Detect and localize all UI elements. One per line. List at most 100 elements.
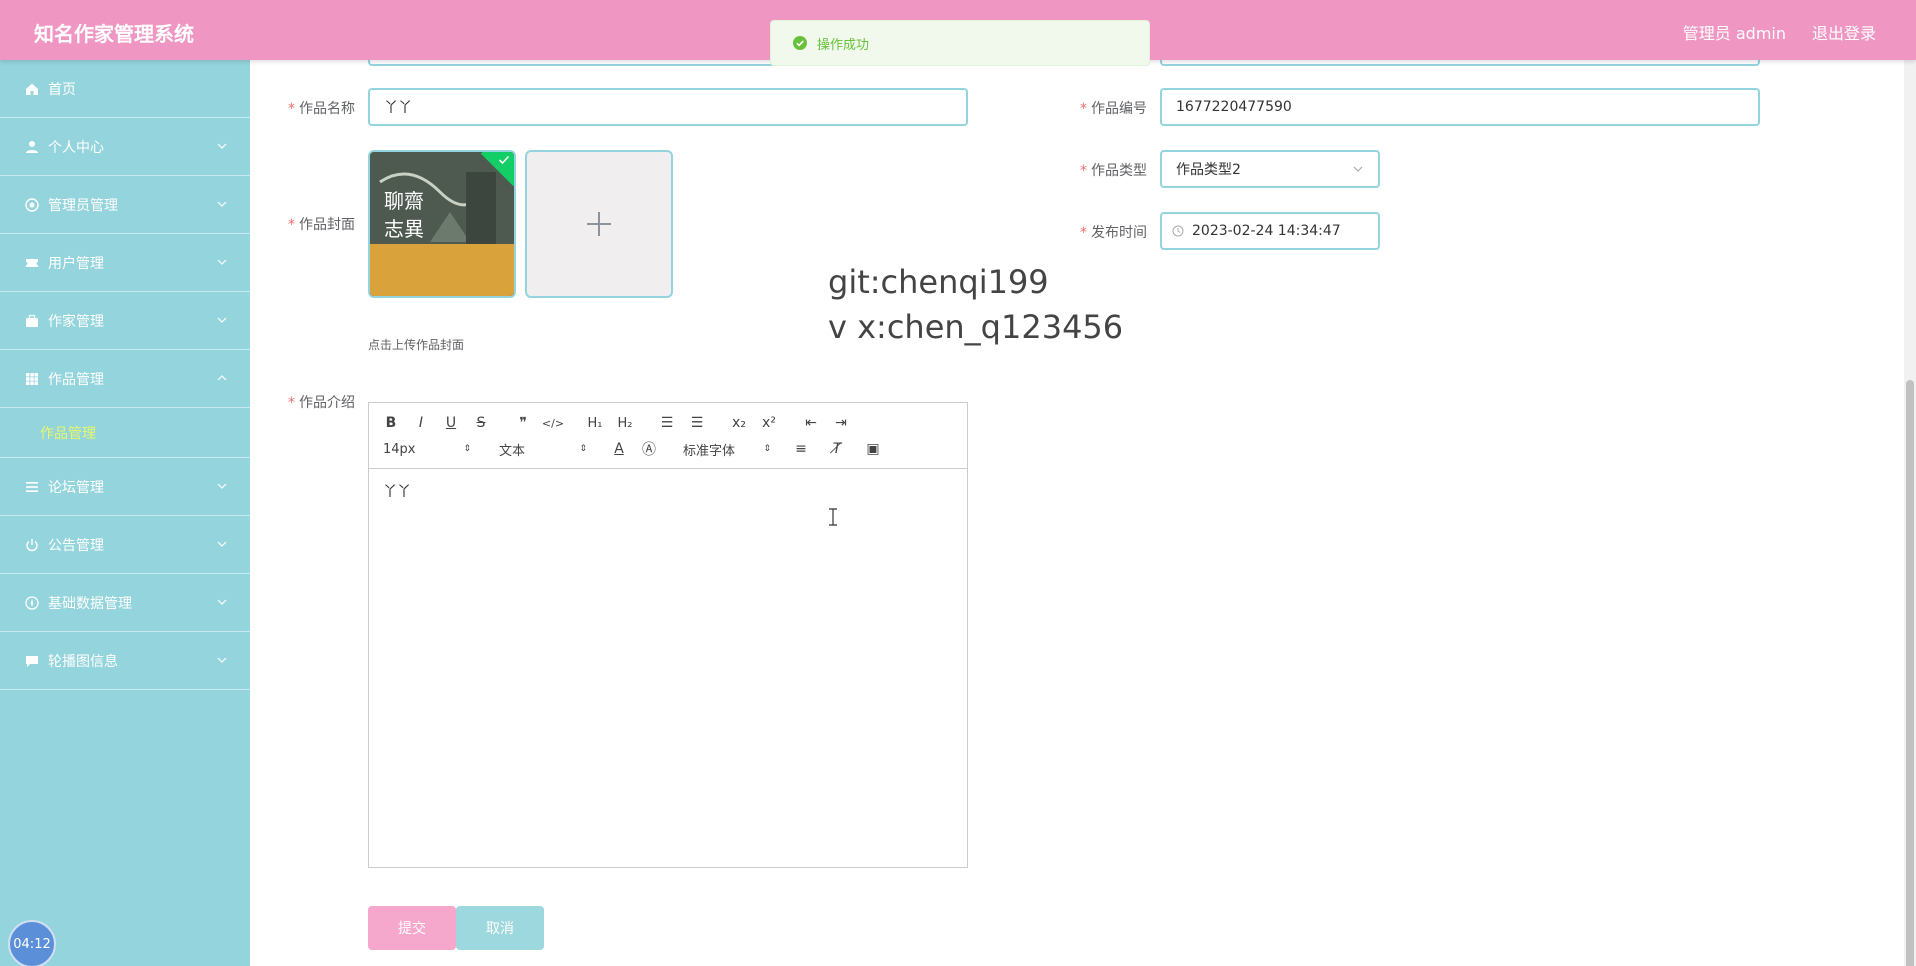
publish-time-picker[interactable]: 2023-02-24 14:34:47 xyxy=(1160,212,1380,250)
font-color-icon[interactable]: A xyxy=(607,437,631,461)
ticket-icon xyxy=(24,255,40,271)
sidebar-item-label: 个人中心 xyxy=(48,139,104,156)
watermark-line-2: v x:chen_q123456 xyxy=(828,308,1124,346)
briefcase-icon xyxy=(24,313,40,329)
heading2-icon[interactable]: H₂ xyxy=(613,411,637,435)
scrollbar-thumb[interactable] xyxy=(1906,380,1914,966)
strikethrough-icon[interactable]: S xyxy=(469,411,493,435)
sidebar-item-works[interactable]: 作品管理 xyxy=(0,350,250,408)
svg-text:志異: 志異 xyxy=(384,217,424,241)
chevron-down-icon xyxy=(217,599,227,605)
time-label: * 发布时间 xyxy=(1080,225,1147,241)
image-icon[interactable]: ▣ xyxy=(861,437,885,461)
sidebar-item-users[interactable]: 用户管理 xyxy=(0,234,250,292)
rich-text-editor[interactable]: B I U S ❞ </> H₁ H₂ ☰ ☰ x₂ x² ⇤ ⇥ 14px ⇕ … xyxy=(368,402,968,868)
main-content: * 作品名称 丫丫 * 作品编号 1677220477590 * 作品封面 聊齋 志異… xyxy=(250,60,1904,966)
app-title: 知名作家管理系统 xyxy=(34,22,194,46)
user-icon xyxy=(24,139,40,155)
sidebar-item-label: 公告管理 xyxy=(48,537,104,554)
plus-icon xyxy=(587,212,611,236)
chevron-down-icon xyxy=(217,201,227,207)
sidebar: 首页 个人中心 管理员管理 用户管理 作家管理 作品管理 作品管理 论坛管理 公… xyxy=(0,60,250,966)
admin-label: 管理员 admin xyxy=(1682,24,1786,43)
add-cover-button[interactable] xyxy=(525,150,673,298)
chevron-down-icon xyxy=(217,541,227,547)
power-icon xyxy=(24,537,40,553)
sidebar-item-label: 论坛管理 xyxy=(48,479,104,496)
admin-icon xyxy=(24,197,40,213)
cover-label: * 作品封面 xyxy=(288,217,355,233)
sidebar-item-label: 作品管理 xyxy=(48,371,104,388)
sidebar-item-label: 轮播图信息 xyxy=(48,653,118,670)
clipped-input-right xyxy=(1160,60,1760,66)
indent-icon[interactable]: ⇥ xyxy=(829,411,853,435)
cover-thumbnail[interactable]: 聊齋 志異 xyxy=(368,150,516,298)
sidebar-item-home[interactable]: 首页 xyxy=(0,60,250,118)
background-color-icon[interactable]: Ⓐ xyxy=(637,437,661,461)
subscript-icon[interactable]: x₂ xyxy=(727,411,751,435)
chevron-down-icon xyxy=(217,143,227,149)
code-icon[interactable]: </> xyxy=(541,411,565,435)
text-cursor-icon xyxy=(829,508,837,526)
submit-button[interactable]: 提交 xyxy=(368,906,456,950)
sidebar-item-writers[interactable]: 作家管理 xyxy=(0,292,250,350)
intro-label: * 作品介绍 xyxy=(288,395,355,411)
editor-content[interactable]: 丫丫 xyxy=(369,469,967,867)
name-input[interactable]: 丫丫 xyxy=(368,88,968,126)
watermark-line-1: git:chenqi199 xyxy=(828,263,1049,301)
sidebar-item-label: 首页 xyxy=(48,81,76,98)
chevron-down-icon xyxy=(217,259,227,265)
cancel-button[interactable]: 取消 xyxy=(456,906,544,950)
sidebar-item-label: 基础数据管理 xyxy=(48,595,132,612)
font-family-select[interactable]: 标准字体 ⇕ xyxy=(679,440,775,459)
compass-icon xyxy=(24,595,40,611)
logout-link[interactable]: 退出登录 xyxy=(1812,20,1876,44)
chevron-up-icon xyxy=(217,375,227,381)
editor-toolbar: B I U S ❞ </> H₁ H₂ ☰ ☰ x₂ x² ⇤ ⇥ 14px ⇕ … xyxy=(369,403,967,469)
sidebar-item-label: 管理员管理 xyxy=(48,197,118,214)
timer-badge: 04:12 xyxy=(8,920,56,966)
sidebar-subitem-works[interactable]: 作品管理 xyxy=(0,408,250,458)
block-format-select[interactable]: 文本 ⇕ xyxy=(495,440,591,459)
cover-upload-hint: 点击上传作品封面 xyxy=(368,338,465,352)
chevron-down-icon xyxy=(217,483,227,489)
name-label: * 作品名称 xyxy=(288,101,355,117)
outdent-icon[interactable]: ⇤ xyxy=(799,411,823,435)
sidebar-item-notices[interactable]: 公告管理 xyxy=(0,516,250,574)
success-check-icon xyxy=(793,36,807,50)
clock-icon xyxy=(1172,225,1184,237)
sidebar-item-basic-data[interactable]: 基础数据管理 xyxy=(0,574,250,632)
grid-icon xyxy=(24,371,40,387)
number-input[interactable]: 1677220477590 xyxy=(1160,88,1760,126)
chevron-down-icon xyxy=(217,317,227,323)
number-label: * 作品编号 xyxy=(1080,101,1147,117)
chevron-down-icon xyxy=(1353,166,1363,172)
blockquote-icon[interactable]: ❞ xyxy=(511,411,535,435)
check-icon xyxy=(498,155,510,165)
superscript-icon[interactable]: x² xyxy=(757,411,781,435)
type-label: * 作品类型 xyxy=(1080,163,1147,179)
bold-icon[interactable]: B xyxy=(379,411,403,435)
bullet-list-icon[interactable]: ☰ xyxy=(685,411,709,435)
success-toast: 操作成功 xyxy=(770,20,1150,66)
font-size-select[interactable]: 14px ⇕ xyxy=(379,442,475,457)
heading1-icon[interactable]: H₁ xyxy=(583,411,607,435)
sidebar-item-label: 作家管理 xyxy=(48,313,104,330)
ordered-list-icon[interactable]: ☰ xyxy=(655,411,679,435)
sidebar-item-carousel[interactable]: 轮播图信息 xyxy=(0,632,250,690)
chevron-down-icon xyxy=(217,657,227,663)
page-scrollbar[interactable] xyxy=(1904,60,1916,966)
chat-icon xyxy=(24,653,40,669)
sidebar-item-personal[interactable]: 个人中心 xyxy=(0,118,250,176)
svg-text:聊齋: 聊齋 xyxy=(384,189,424,213)
watermark-text: git:chenqi199 v x:chen_q123456 xyxy=(828,260,1123,350)
sidebar-item-forum[interactable]: 论坛管理 xyxy=(0,458,250,516)
underline-icon[interactable]: U xyxy=(439,411,463,435)
type-select[interactable]: 作品类型2 xyxy=(1160,150,1380,188)
sidebar-item-label: 用户管理 xyxy=(48,255,104,272)
clear-format-icon[interactable]: T̸ xyxy=(825,437,849,461)
sidebar-item-admins[interactable]: 管理员管理 xyxy=(0,176,250,234)
toast-message: 操作成功 xyxy=(817,37,870,53)
align-icon[interactable]: ≡ xyxy=(789,437,813,461)
italic-icon[interactable]: I xyxy=(409,411,433,435)
